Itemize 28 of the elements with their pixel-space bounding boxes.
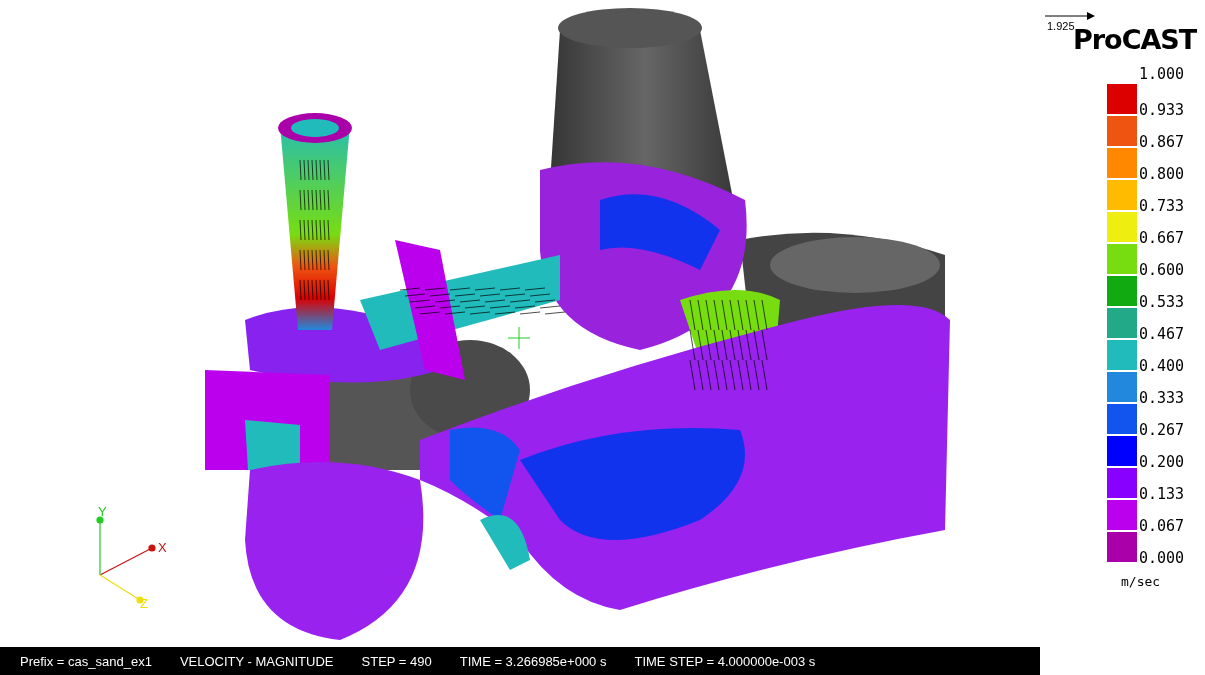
- legend-label: 0.467: [1139, 327, 1186, 342]
- legend-label: 0.600: [1139, 263, 1186, 278]
- axis-label: X: [158, 540, 167, 555]
- legend-label: 0.667: [1139, 231, 1186, 246]
- legend-label: 1.000: [1139, 67, 1186, 82]
- legend-label: 0.267: [1139, 423, 1186, 438]
- status-text: STEP = 490: [361, 653, 432, 669]
- legend-label: 0.533: [1139, 295, 1186, 310]
- legend-label: 0.800: [1139, 167, 1186, 182]
- legend-label: 0.200: [1139, 455, 1186, 470]
- legend-label: 0.400: [1139, 359, 1186, 374]
- legend-label: 0.000: [1139, 551, 1186, 566]
- legend-label: 0.133: [1139, 487, 1186, 502]
- legend-label: 0.867: [1139, 135, 1186, 150]
- logo: ProCAST: [1073, 24, 1198, 55]
- status-text: Prefix = cas_sand_ex1: [20, 653, 152, 669]
- legend-label: 0.733: [1139, 199, 1186, 214]
- status-text: TIME STEP = 4.000000e-003 s: [634, 653, 816, 669]
- legend-unit: m/sec: [1121, 574, 1162, 589]
- axis-label: Y: [98, 504, 107, 519]
- legend-label: 0.333: [1139, 391, 1186, 406]
- vector-scale-value: 1.925: [1047, 20, 1075, 32]
- status-text: VELOCITY - MAGNITUDE: [179, 653, 334, 669]
- legend-label: 0.933: [1139, 103, 1186, 118]
- crosshair-icon: [507, 326, 531, 350]
- legend-label: 0.067: [1139, 519, 1186, 534]
- arrow-icon: [1045, 12, 1095, 20]
- status-text: TIME = 3.266985e+000 s: [459, 653, 607, 669]
